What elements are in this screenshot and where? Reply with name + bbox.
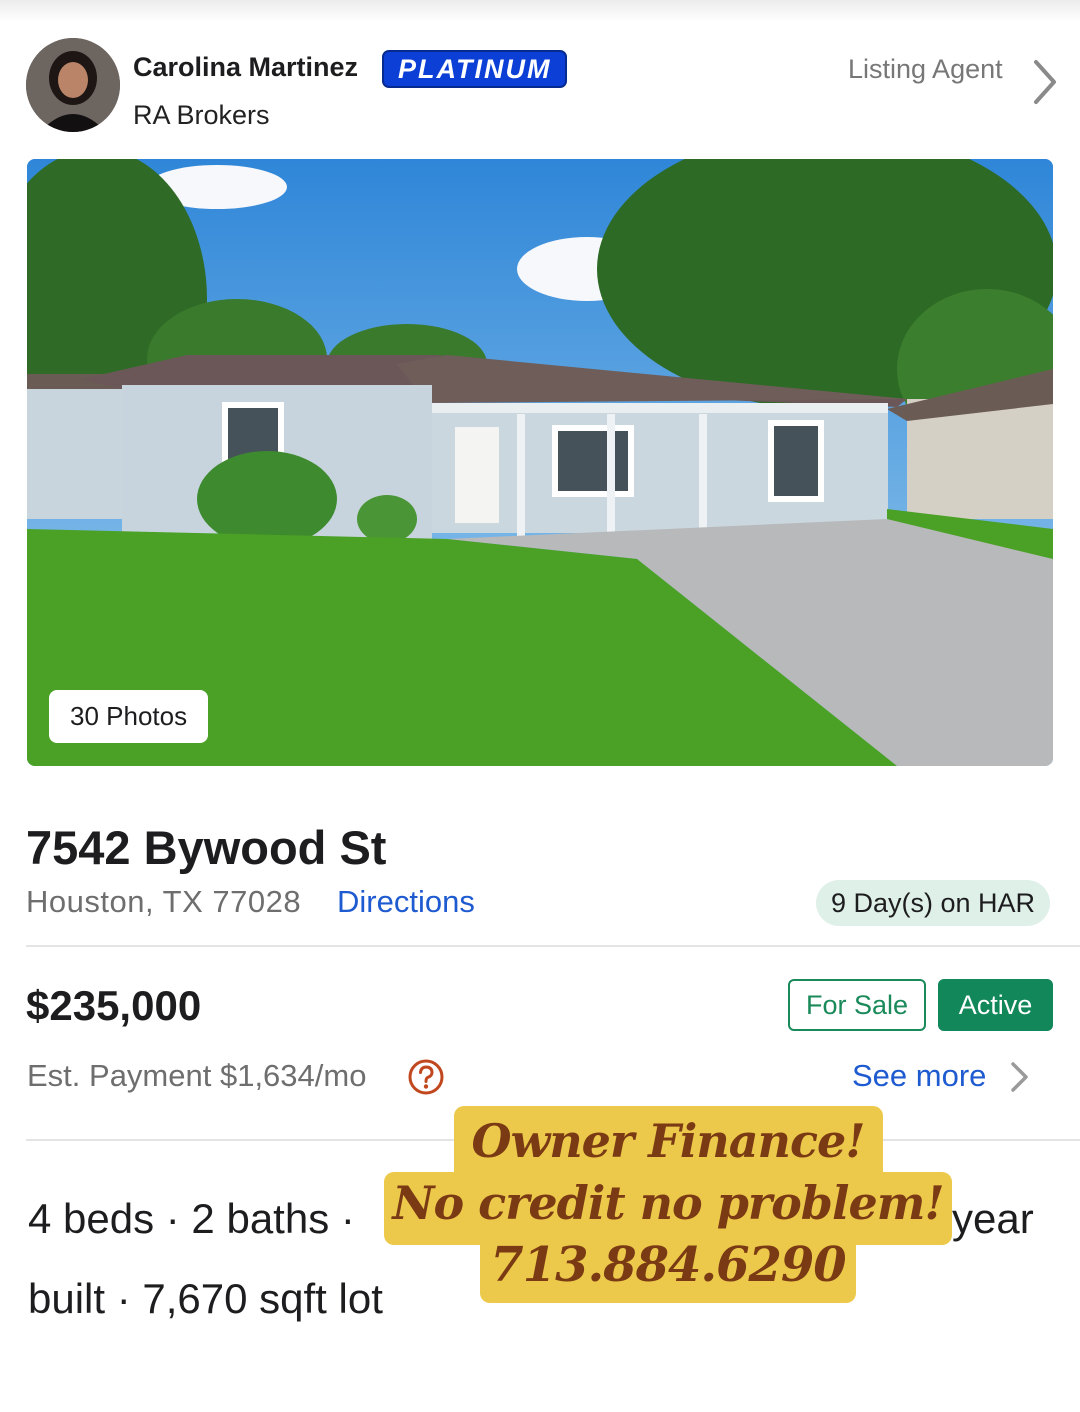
agent-name[interactable]: Carolina Martinez bbox=[133, 52, 358, 83]
promo-subheadline: No credit no problem! bbox=[392, 1176, 944, 1230]
agent-broker: RA Brokers bbox=[133, 100, 270, 130]
listing-photo[interactable]: 30 Photos bbox=[27, 159, 1053, 766]
directions-link[interactable]: Directions bbox=[337, 884, 475, 920]
active-status-badge: Active bbox=[938, 979, 1053, 1031]
promo-headline: Owner Finance! bbox=[471, 1114, 866, 1168]
listing-agent-link[interactable]: Listing Agent bbox=[848, 54, 1003, 85]
estimated-payment: Est. Payment $1,634/mo bbox=[27, 1058, 367, 1093]
days-on-market-badge: 9 Day(s) on HAR bbox=[816, 880, 1051, 926]
house-photo-image bbox=[27, 159, 1053, 766]
chevron-right-icon[interactable] bbox=[1026, 56, 1066, 108]
property-address: 7542 Bywood St bbox=[26, 821, 387, 874]
divider bbox=[26, 945, 1080, 947]
agent-avatar[interactable] bbox=[26, 38, 120, 132]
see-more-link[interactable]: See more bbox=[852, 1058, 986, 1094]
question-help-icon[interactable] bbox=[407, 1058, 445, 1096]
property-details-line: 4 beds · 2 baths · bbox=[28, 1195, 355, 1242]
property-details-line: built · 7,670 sqft lot bbox=[28, 1275, 383, 1322]
promo-phone: 713.884.6290 bbox=[490, 1237, 846, 1293]
listing-price: $235,000 bbox=[26, 982, 202, 1029]
photos-count-button[interactable]: 30 Photos bbox=[49, 690, 209, 743]
top-fade bbox=[0, 0, 1080, 22]
chevron-right-icon[interactable] bbox=[1006, 1060, 1032, 1094]
property-details-year: year bbox=[952, 1195, 1034, 1242]
agent-header[interactable]: Carolina Martinez PLATINUM RA Brokers Li… bbox=[26, 38, 1056, 134]
for-sale-badge: For Sale bbox=[788, 979, 926, 1031]
property-city: Houston, TX 77028 bbox=[26, 884, 302, 919]
platinum-badge: PLATINUM bbox=[382, 50, 568, 88]
